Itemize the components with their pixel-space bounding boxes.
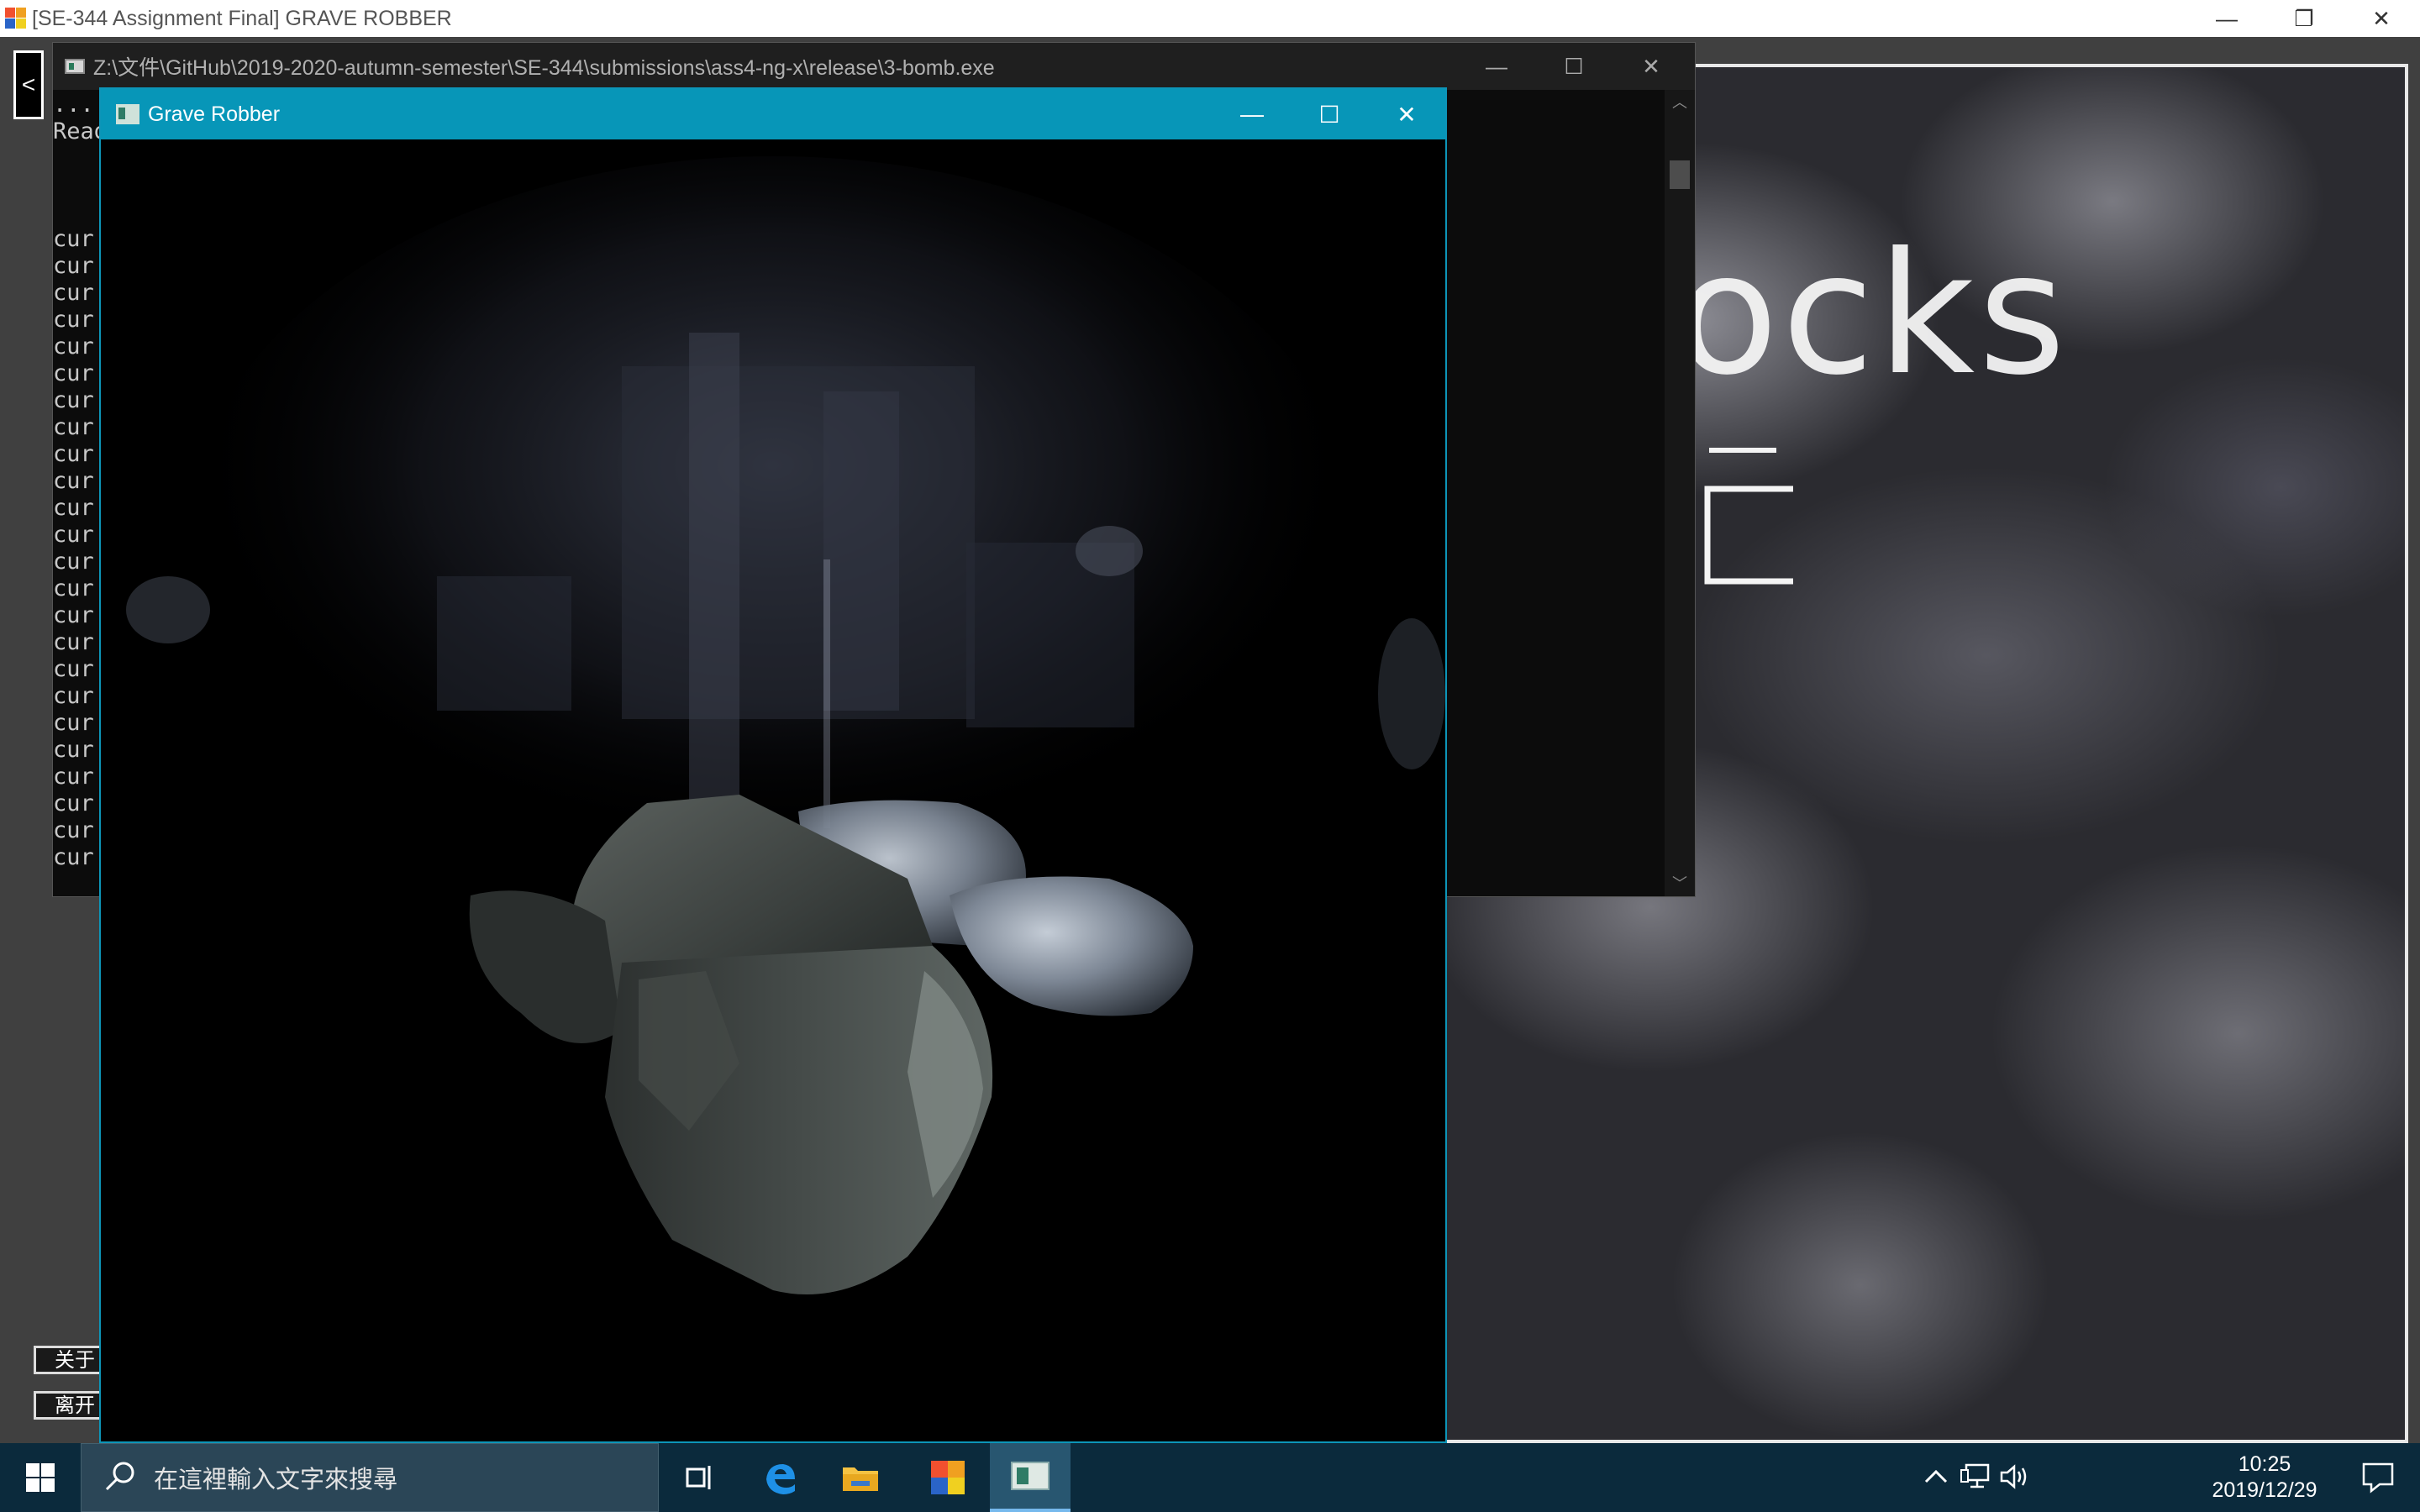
notification-center-icon[interactable] (2361, 1462, 2395, 1494)
game-maximize-button[interactable]: ☐ (1291, 89, 1368, 139)
about-button[interactable]: 关于 (34, 1346, 109, 1374)
game-viewport[interactable] (101, 139, 1445, 1441)
scrollbar-thumb[interactable] (1670, 160, 1690, 189)
console-maximize-button[interactable]: ☐ (1535, 43, 1612, 90)
launcher-close-button[interactable]: ✕ (2343, 0, 2420, 37)
edge-icon (766, 1464, 795, 1494)
console-minimize-button[interactable]: — (1458, 43, 1535, 90)
game-minimize-button[interactable]: — (1213, 89, 1291, 139)
launcher-taskbar-button[interactable] (908, 1443, 988, 1512)
game-title: Grave Robber (148, 102, 281, 126)
system-tray: 10:25 2019/12/29 (1916, 1443, 2420, 1512)
console-scrollbar[interactable]: ︿ ﹀ (1665, 90, 1695, 896)
launcher-restore-button[interactable]: ❐ (2265, 0, 2343, 37)
scroll-up-icon[interactable]: ︿ (1665, 90, 1695, 115)
taskbar-search-box[interactable]: 在這裡輸入文字來搜尋 (81, 1443, 659, 1512)
menu-heading: ocks (1676, 217, 2070, 412)
file-explorer-taskbar-button[interactable] (820, 1443, 901, 1512)
clock-date: 2019/12/29 (2212, 1478, 2317, 1502)
search-icon (105, 1462, 134, 1491)
game-window-icon (116, 104, 139, 124)
clock[interactable]: 10:25 2019/12/29 (2202, 1452, 2328, 1504)
launcher-app-icon (931, 1461, 965, 1494)
launcher-titlebar[interactable]: [SE-344 Assignment Final] GRAVE ROBBER —… (0, 0, 2420, 37)
game-scene (101, 139, 1445, 1441)
grave-robber-taskbar-button[interactable] (990, 1443, 1071, 1512)
exit-button[interactable]: 离开 (34, 1391, 109, 1420)
chevron-up-icon[interactable] (1924, 1467, 1948, 1487)
game-window: Grave Robber — ☐ ✕ (99, 87, 1447, 1443)
scroll-down-icon[interactable]: ﹀ (1665, 871, 1695, 896)
console-icon (65, 59, 85, 74)
network-icon[interactable] (1960, 1463, 1990, 1490)
launcher-minimize-button[interactable]: — (2188, 0, 2265, 37)
grave-robber-app-icon (1011, 1462, 1050, 1490)
taskbar: 在這裡輸入文字來搜尋 10:25 2019/12/29 (0, 1443, 2420, 1512)
console-titlebar[interactable]: Z:\文件\GitHub\2019-2020-autumn-semester\S… (53, 43, 1695, 90)
console-title: Z:\文件\GitHub\2019-2020-autumn-semester\S… (93, 56, 995, 80)
clock-time: 10:25 (2238, 1452, 2291, 1476)
windows-logo-icon (26, 1463, 55, 1492)
volume-icon[interactable] (2000, 1463, 2030, 1490)
task-view-button[interactable] (659, 1443, 739, 1512)
search-placeholder: 在這裡輸入文字來搜尋 (154, 1465, 398, 1494)
console-close-button[interactable]: ✕ (1612, 43, 1690, 90)
back-button[interactable]: < (13, 50, 44, 119)
game-titlebar[interactable]: Grave Robber — ☐ ✕ (101, 89, 1445, 139)
task-view-icon (686, 1466, 711, 1489)
launcher-title: [SE-344 Assignment Final] GRAVE ROBBER (32, 6, 452, 30)
game-close-button[interactable]: ✕ (1368, 89, 1445, 139)
start-button[interactable] (0, 1443, 81, 1512)
file-explorer-icon (843, 1467, 878, 1491)
launcher-app-icon (5, 8, 27, 29)
edge-taskbar-button[interactable] (739, 1443, 820, 1512)
